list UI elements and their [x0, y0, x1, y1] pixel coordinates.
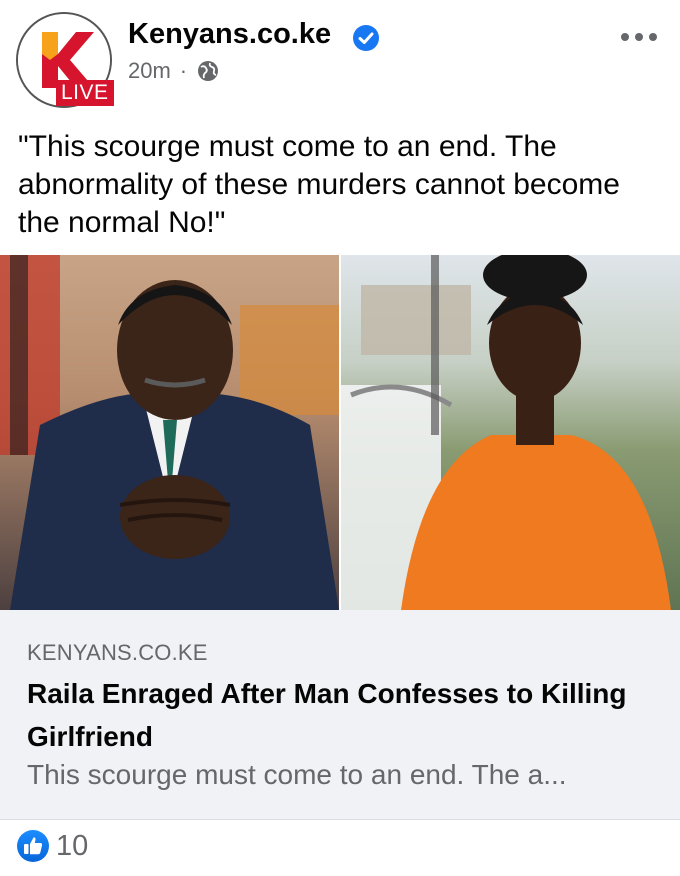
page-name-link[interactable]: Kenyans.co.ke	[128, 18, 331, 51]
more-options-icon[interactable]	[620, 30, 658, 44]
live-badge: LIVE	[56, 80, 114, 106]
post-text: "This scourge must come to an end. The a…	[18, 130, 620, 239]
link-title[interactable]: Raila Enraged After Man Confesses to Kil…	[27, 672, 647, 758]
meta-separator: ·	[179, 58, 188, 83]
reactions-summary[interactable]: 10	[16, 828, 88, 864]
post-header: LIVE Kenyans.co.ke 20m ·	[0, 0, 680, 115]
link-preview-card[interactable]: KENYANS.CO.KE Raila Enraged After Man Co…	[0, 610, 680, 820]
like-icon	[17, 830, 49, 862]
link-domain: KENYANS.CO.KE	[27, 640, 208, 665]
post-timestamp[interactable]: 20m	[128, 58, 171, 84]
photo-man	[0, 255, 339, 610]
man-photo-illustration	[0, 255, 339, 610]
link-preview-image[interactable]	[0, 255, 680, 610]
woman-photo-illustration	[341, 255, 671, 610]
like-count: 10	[56, 829, 89, 862]
verified-badge-icon	[353, 25, 379, 51]
globe-icon[interactable]	[196, 59, 220, 83]
photo-woman	[341, 255, 680, 610]
link-description: This scourge must come to an end. The a.…	[27, 759, 567, 790]
post-meta: 20m ·	[128, 58, 220, 84]
